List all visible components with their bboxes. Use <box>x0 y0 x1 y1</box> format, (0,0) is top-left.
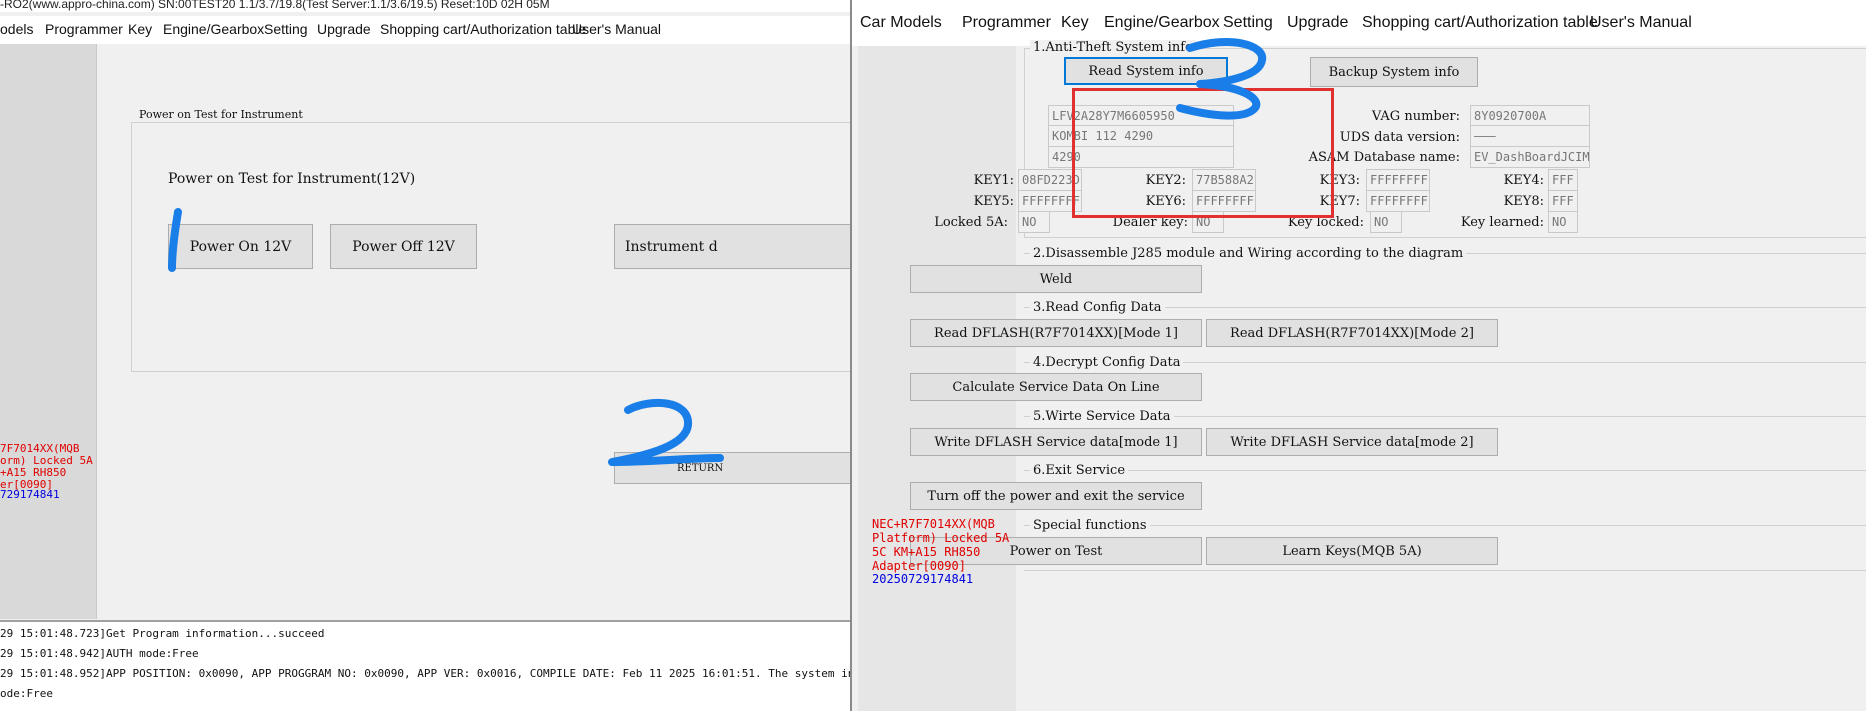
annotation-overlay <box>168 38 1267 466</box>
annotation-1: 1 <box>0 0 1 1</box>
annotation-pen-stroke <box>1176 38 1267 120</box>
annotation-pen-stroke <box>168 208 182 272</box>
annotation-pen-stroke <box>608 398 724 466</box>
